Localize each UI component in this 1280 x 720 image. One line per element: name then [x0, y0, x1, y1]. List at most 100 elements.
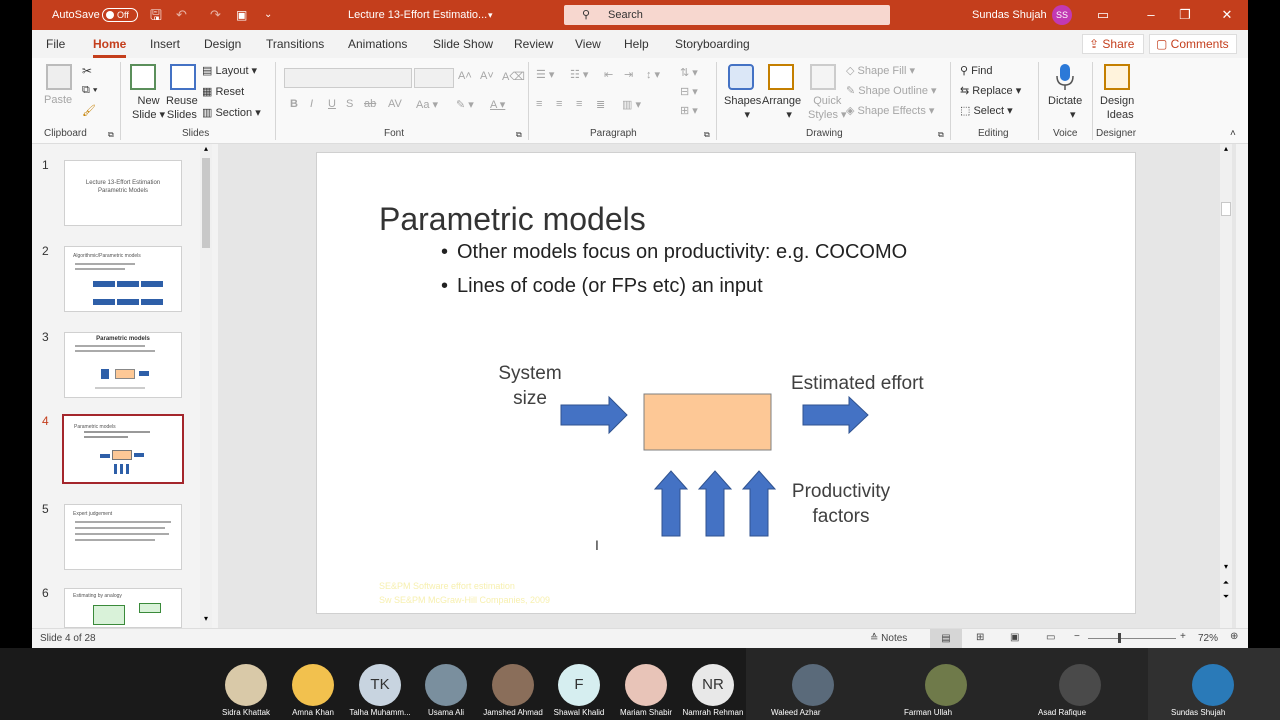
model-box[interactable]: [643, 393, 772, 451]
current-slide[interactable]: Parametric models Other models focus on …: [316, 152, 1136, 614]
tab-file[interactable]: File: [46, 37, 65, 51]
redo-icon[interactable]: ↷: [210, 0, 221, 30]
thumbnail-slide-5[interactable]: Expert judgement: [64, 504, 182, 570]
thumbnail-slide-6[interactable]: Estimating by analogy: [64, 588, 182, 628]
select-button[interactable]: ⬚ Select ▾: [960, 104, 1013, 117]
share-button[interactable]: ⇪ Share: [1082, 34, 1144, 54]
clipboard-launcher-icon[interactable]: ⧉: [108, 130, 114, 140]
font-name-combo[interactable]: [284, 68, 412, 88]
columns-icon[interactable]: ▥ ▾: [622, 98, 641, 111]
comments-button[interactable]: ▢ Comments: [1149, 34, 1237, 54]
previous-slide-icon[interactable]: ⏶: [1220, 578, 1232, 588]
scroll-down-icon[interactable]: ▾: [200, 614, 212, 623]
paragraph-launcher-icon[interactable]: ⧉: [704, 130, 710, 140]
restore-icon[interactable]: ❐: [1170, 0, 1200, 30]
decrease-indent-icon[interactable]: ⇤: [604, 68, 613, 81]
line-spacing-icon[interactable]: ↕ ▾: [646, 68, 660, 81]
align-center-icon[interactable]: ≡: [556, 98, 562, 110]
text-direction-icon[interactable]: ⇅ ▾: [680, 66, 698, 79]
design-ideas-icon[interactable]: [1104, 64, 1130, 90]
shadow-icon[interactable]: S: [346, 98, 353, 110]
thumbnail-slide-2[interactable]: Algorithmic/Parametric models: [64, 246, 182, 312]
increase-indent-icon[interactable]: ⇥: [624, 68, 633, 81]
new-slide-icon[interactable]: [130, 64, 156, 90]
tab-home[interactable]: Home: [93, 37, 127, 58]
present-icon[interactable]: ▣: [236, 0, 247, 30]
shape-outline-button[interactable]: ✎ Shape Outline ▾: [846, 84, 937, 97]
participant[interactable]: Asad Rafique: [1030, 648, 1130, 720]
shrink-font-icon[interactable]: A˅: [480, 70, 494, 82]
layout-button[interactable]: ▤ Layout ▾: [202, 64, 257, 77]
copy-icon[interactable]: ⧉ ▾: [82, 84, 98, 97]
reuse-slides-icon[interactable]: [170, 64, 196, 90]
highlight-icon[interactable]: ✎ ▾: [456, 98, 474, 111]
arrange-icon[interactable]: [768, 64, 794, 90]
reuse-slides-button[interactable]: Reuse Slides: [166, 94, 198, 122]
scroll-down-icon[interactable]: ▾: [1220, 562, 1232, 571]
tab-animations[interactable]: Animations: [348, 37, 407, 51]
new-slide-button[interactable]: New Slide ▾: [132, 94, 165, 122]
replace-button[interactable]: ⇆ Replace ▾: [960, 84, 1021, 97]
zoom-level[interactable]: 72%: [1198, 633, 1218, 644]
tab-transitions[interactable]: Transitions: [266, 37, 324, 51]
autosave-toggle[interactable]: Off: [102, 8, 138, 22]
zoom-out-icon[interactable]: −: [1074, 631, 1080, 642]
font-size-combo[interactable]: [414, 68, 454, 88]
output-arrow[interactable]: [802, 395, 869, 435]
input-arrow[interactable]: [560, 395, 628, 435]
font-launcher-icon[interactable]: ⧉: [516, 130, 522, 140]
justify-icon[interactable]: ≣: [596, 98, 605, 111]
tab-design[interactable]: Design: [204, 37, 241, 51]
tab-insert[interactable]: Insert: [150, 37, 180, 51]
section-button[interactable]: ▥ Section ▾: [202, 106, 261, 119]
find-button[interactable]: ⚲ Find: [960, 64, 993, 77]
design-ideas-button[interactable]: Design Ideas: [1100, 94, 1134, 122]
clear-formatting-icon[interactable]: A⌫: [502, 70, 525, 83]
align-right-icon[interactable]: ≡: [576, 98, 582, 110]
thumbnail-slide-1[interactable]: Lecture 13-Effort Estimation Parametric M…: [64, 160, 182, 226]
collapse-ribbon-icon[interactable]: ˄: [1230, 128, 1236, 139]
normal-view-icon[interactable]: ▤: [930, 629, 962, 648]
reading-view-icon[interactable]: ▣: [1010, 632, 1019, 643]
paste-icon[interactable]: [46, 64, 72, 90]
paste-button[interactable]: Paste: [44, 94, 72, 106]
tab-view[interactable]: View: [575, 37, 601, 51]
grow-font-icon[interactable]: A˄: [458, 70, 472, 82]
notes-button[interactable]: ≙ Notes: [870, 633, 907, 644]
thumbnail-slide-3[interactable]: Parametric models: [64, 332, 182, 398]
ribbon-display-icon[interactable]: ▭: [1088, 0, 1118, 30]
zoom-slider-thumb[interactable]: [1118, 633, 1121, 643]
user-avatar[interactable]: SS: [1052, 5, 1072, 25]
next-slide-icon[interactable]: ⏷: [1220, 592, 1232, 602]
drawing-launcher-icon[interactable]: ⧉: [938, 130, 944, 140]
factor-arrow-2[interactable]: [697, 470, 733, 537]
participant[interactable]: Farman Ullah: [896, 648, 996, 720]
character-spacing-icon[interactable]: AV: [388, 98, 402, 110]
scroll-thumb[interactable]: [202, 158, 210, 248]
zoom-in-icon[interactable]: +: [1180, 631, 1186, 642]
slide-show-icon[interactable]: ▭: [1046, 632, 1055, 643]
tab-storyboarding[interactable]: Storyboarding: [675, 37, 750, 51]
fit-to-window-icon[interactable]: ⊕: [1230, 631, 1238, 642]
search-box[interactable]: ⚲ Search: [564, 5, 890, 25]
dictate-button[interactable]: Dictate ▾: [1048, 94, 1082, 122]
numbering-icon[interactable]: ☷ ▾: [570, 68, 588, 81]
factor-arrow-3[interactable]: [741, 470, 777, 537]
italic-icon[interactable]: I: [310, 98, 313, 110]
close-icon[interactable]: ✕: [1212, 0, 1242, 30]
thumbnails-scrollbar[interactable]: ▴ ▾: [200, 144, 212, 628]
slide-sorter-icon[interactable]: ⊞: [976, 632, 984, 643]
smartart-icon[interactable]: ⊞ ▾: [680, 104, 698, 117]
bold-icon[interactable]: B: [290, 98, 298, 110]
underline-icon[interactable]: U: [328, 98, 336, 110]
shapes-button[interactable]: Shapes ▾: [724, 94, 761, 122]
factor-arrow-1[interactable]: [653, 470, 689, 537]
tab-help[interactable]: Help: [624, 37, 649, 51]
strikethrough-icon[interactable]: ab: [364, 98, 376, 110]
participant[interactable]: Sundas Shujah: [1163, 648, 1263, 720]
customize-toolbar-icon[interactable]: ⌄: [264, 0, 272, 30]
reset-button[interactable]: ▦ Reset: [202, 85, 244, 98]
scroll-up-icon[interactable]: ▴: [200, 144, 212, 153]
change-case-icon[interactable]: Aa ▾: [416, 98, 438, 111]
shape-fill-button[interactable]: ◇ Shape Fill ▾: [846, 64, 915, 77]
